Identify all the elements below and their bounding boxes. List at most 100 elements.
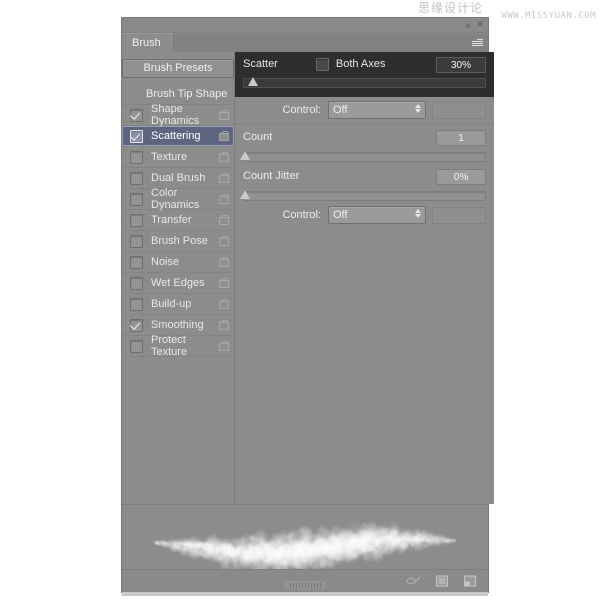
option-label: Build-up xyxy=(151,298,192,310)
both-axes-checkbox[interactable] xyxy=(315,57,329,71)
count-jitter-control-extra-field xyxy=(432,206,486,224)
option-label: Color Dynamics xyxy=(151,187,200,211)
count-jitter-control-select[interactable]: Off xyxy=(328,206,426,224)
scatter-control-value: Off xyxy=(333,104,348,116)
create-new-brush-preset-icon[interactable] xyxy=(406,574,422,588)
option-checkbox[interactable] xyxy=(130,129,143,143)
option-label: Scattering xyxy=(151,130,201,142)
scatter-control-label: Control: xyxy=(282,104,321,116)
option-row-transfer[interactable]: Transfer xyxy=(122,210,234,231)
chevron-updown-icon xyxy=(415,209,421,218)
count-jitter-label: Count Jitter xyxy=(243,170,300,182)
hamburger-icon xyxy=(471,38,483,47)
scatter-label: Scatter xyxy=(243,58,278,70)
option-row-wet-edges[interactable]: Wet Edges xyxy=(122,273,234,294)
option-row-protect-texture[interactable]: Protect Texture xyxy=(122,334,234,358)
tab-strip-filler xyxy=(173,33,466,52)
count-slider-thumb[interactable] xyxy=(240,151,251,160)
both-axes-control[interactable]: Both Axes xyxy=(315,57,386,71)
scatter-control-select[interactable]: Off xyxy=(328,101,426,119)
lock-icon[interactable] xyxy=(212,152,234,162)
option-row-build-up[interactable]: Build-up xyxy=(122,294,234,315)
option-label: Transfer xyxy=(151,214,192,226)
option-label: Shape Dynamics xyxy=(151,103,200,127)
watermark-url-text: WWW.MISSYUAN.COM xyxy=(501,11,596,21)
option-label: Dual Brush xyxy=(151,172,206,184)
option-row-brush-pose[interactable]: Brush Pose xyxy=(122,231,234,252)
lock-icon[interactable] xyxy=(212,299,234,309)
lock-icon[interactable] xyxy=(212,341,234,351)
scatter-control-extra-field xyxy=(432,101,486,119)
panel-body: Brush Presets Brush Tip Shape Shape Dyna… xyxy=(122,52,494,504)
count-row: Count 1 xyxy=(235,124,494,150)
panel-tab-strip: Brush xyxy=(122,33,488,52)
option-label: Wet Edges xyxy=(151,277,205,289)
scatter-slider-track xyxy=(243,78,486,88)
chevron-updown-icon xyxy=(415,104,421,113)
dock-controls: « ✕ xyxy=(465,19,484,30)
count-value-field[interactable]: 1 xyxy=(436,130,486,146)
option-row-scattering[interactable]: Scattering xyxy=(122,126,234,147)
option-checkbox[interactable] xyxy=(130,213,143,227)
option-checkbox[interactable] xyxy=(130,255,143,269)
option-row-shape-dynamics[interactable]: Shape Dynamics xyxy=(122,103,234,127)
option-label: Brush Pose xyxy=(151,235,208,247)
lock-icon[interactable] xyxy=(212,131,234,141)
lock-icon[interactable] xyxy=(212,320,234,330)
option-checkbox[interactable] xyxy=(130,297,143,311)
count-slider[interactable] xyxy=(240,150,486,163)
count-jitter-slider-track xyxy=(243,191,486,201)
option-row-noise[interactable]: Noise xyxy=(122,252,234,273)
lock-icon[interactable] xyxy=(212,236,234,246)
scatter-row: Scatter Both Axes 30% xyxy=(235,52,494,76)
both-axes-label: Both Axes xyxy=(335,58,386,70)
brush-options-list: Brush Presets Brush Tip Shape Shape Dyna… xyxy=(122,52,235,504)
count-jitter-slider-thumb[interactable] xyxy=(240,190,251,199)
option-checkbox[interactable] xyxy=(130,108,143,122)
lock-icon[interactable] xyxy=(212,110,234,120)
lock-icon[interactable] xyxy=(212,215,234,225)
option-checkbox[interactable] xyxy=(130,276,143,290)
count-jitter-slider[interactable] xyxy=(240,189,486,202)
panel-dock-bar: « ✕ xyxy=(122,18,488,33)
scattering-settings: Scatter Both Axes 30% Control: Off Count… xyxy=(235,52,494,504)
new-document-icon[interactable] xyxy=(434,574,450,588)
option-label: Smoothing xyxy=(151,319,204,331)
scatter-slider[interactable] xyxy=(243,76,486,89)
option-label: Texture xyxy=(151,151,188,163)
delete-brush-icon[interactable] xyxy=(462,574,478,588)
lock-icon[interactable] xyxy=(212,278,234,288)
brush-presets-button[interactable]: Brush Presets xyxy=(122,58,234,78)
option-checkbox[interactable] xyxy=(130,171,143,185)
collapse-double-arrow-icon[interactable]: « xyxy=(465,20,470,30)
panel-menu-icon[interactable] xyxy=(466,33,488,52)
count-jitter-control-value: Off xyxy=(333,209,348,221)
scatter-slider-thumb[interactable] xyxy=(247,77,258,86)
lock-icon[interactable] xyxy=(212,257,234,267)
tab-brush[interactable]: Brush xyxy=(122,33,174,52)
brush-panel: « ✕ Brush Brush Presets Brush Tip Shape … xyxy=(122,18,494,596)
close-icon[interactable]: ✕ xyxy=(476,19,484,30)
option-checkbox[interactable] xyxy=(130,192,143,206)
lock-icon[interactable] xyxy=(212,194,234,204)
option-checkbox[interactable] xyxy=(130,234,143,248)
count-slider-track xyxy=(243,152,486,162)
scatter-control-row: Control: Off xyxy=(235,97,494,123)
option-row-texture[interactable]: Texture xyxy=(122,147,234,168)
option-label: Protect Texture xyxy=(151,334,188,358)
resize-grip[interactable] xyxy=(284,581,326,589)
count-jitter-control-label: Control: xyxy=(282,209,321,221)
option-checkbox[interactable] xyxy=(130,318,143,332)
option-row-color-dynamics[interactable]: Color Dynamics xyxy=(122,187,234,211)
presets-button-wrap: Brush Presets xyxy=(122,52,234,84)
option-checkbox[interactable] xyxy=(130,150,143,164)
scatter-value-field[interactable]: 30% xyxy=(436,57,486,73)
lock-icon[interactable] xyxy=(212,173,234,183)
count-label: Count xyxy=(243,131,273,143)
option-row-dual-brush[interactable]: Dual Brush xyxy=(122,168,234,189)
panel-footer xyxy=(122,569,488,592)
option-checkbox[interactable] xyxy=(130,339,143,353)
count-jitter-value-field[interactable]: 0% xyxy=(436,169,486,185)
brush-tip-shape-item[interactable]: Brush Tip Shape xyxy=(122,84,234,105)
option-row-smoothing[interactable]: Smoothing xyxy=(122,315,234,336)
